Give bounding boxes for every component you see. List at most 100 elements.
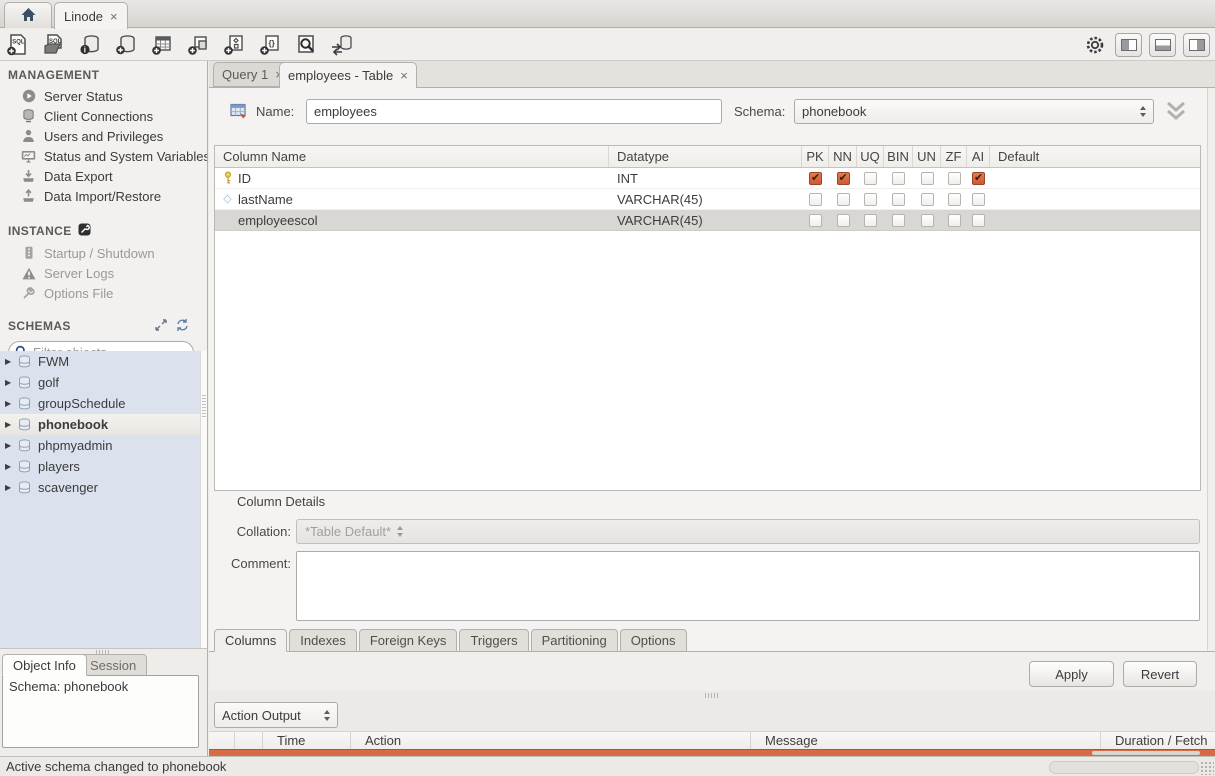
refresh-schemas-icon[interactable] <box>176 319 189 334</box>
scrollbar-thumb[interactable] <box>1092 751 1200 755</box>
nn-checkbox[interactable] <box>837 193 850 206</box>
un-checkbox[interactable] <box>921 193 934 206</box>
schema-list-item[interactable]: ▶ golf <box>0 372 200 393</box>
output-header-duration: Duration / Fetch <box>1101 732 1215 749</box>
search-objects-icon[interactable] <box>293 32 319 58</box>
editor-section-tab[interactable]: Options <box>620 629 687 652</box>
tab-session[interactable]: Session <box>79 654 147 676</box>
sidebar-item-data-import[interactable]: Data Import/Restore <box>0 186 207 206</box>
inspect-database-icon[interactable]: i <box>77 32 103 58</box>
toggle-right-panel-button[interactable] <box>1183 33 1210 57</box>
uq-checkbox[interactable] <box>864 214 877 227</box>
collation-select[interactable]: *Table Default* <box>296 519 1200 544</box>
close-icon[interactable]: × <box>110 10 118 23</box>
editor-section-tab[interactable]: Triggers <box>459 629 528 652</box>
sidebar-item-client-connections[interactable]: Client Connections <box>0 106 207 126</box>
column-row[interactable]: ◇ ID INT <box>215 168 1200 189</box>
editor-tab-employees-table[interactable]: employees - Table × <box>279 62 417 88</box>
sidebar-item-system-variables[interactable]: Status and System Variables <box>0 146 207 166</box>
ai-checkbox[interactable] <box>972 193 985 206</box>
schema-list-item[interactable]: ▶ scavenger <box>0 477 200 498</box>
connection-tab-linode[interactable]: Linode × <box>54 2 128 29</box>
open-sql-script-icon[interactable]: SQL <box>41 32 67 58</box>
schema-list-item[interactable]: ▶ phonebook <box>0 414 200 435</box>
apply-button[interactable]: Apply <box>1029 661 1114 687</box>
preferences-gear-icon[interactable] <box>1082 32 1108 58</box>
home-icon <box>20 7 37 25</box>
un-checkbox[interactable] <box>921 214 934 227</box>
schema-list-item[interactable]: ▶ phpmyadmin <box>0 435 200 456</box>
create-schema-icon[interactable] <box>113 32 139 58</box>
create-procedure-icon[interactable] <box>221 32 247 58</box>
schema-list-item[interactable]: ▶ FWM <box>0 351 200 372</box>
editor-section-tab[interactable]: Partitioning <box>531 629 618 652</box>
schema-icon <box>18 481 31 494</box>
table-name-input[interactable] <box>306 99 722 124</box>
bin-checkbox[interactable] <box>892 214 905 227</box>
splitter-grip[interactable] <box>705 693 719 698</box>
column-row[interactable]: ◇ lastName VARCHAR(45) <box>215 189 1200 210</box>
schema-name: groupSchedule <box>38 396 125 411</box>
pk-checkbox[interactable] <box>809 214 822 227</box>
toggle-left-panel-button[interactable] <box>1115 33 1142 57</box>
zf-checkbox[interactable] <box>948 193 961 206</box>
spinner-arrows-icon[interactable] <box>1134 106 1146 117</box>
sidebar-item-startup-shutdown[interactable]: Startup / Shutdown <box>0 243 207 263</box>
schema-list-item[interactable]: ▶ groupSchedule <box>0 393 200 414</box>
reconnect-dbms-icon[interactable] <box>329 32 355 58</box>
instance-wrench-badge-icon <box>78 223 91 239</box>
pk-checkbox[interactable] <box>809 193 822 206</box>
create-table-icon[interactable] <box>149 32 175 58</box>
editor-scrollbar[interactable] <box>1207 88 1215 690</box>
sidebar-scrollbar[interactable] <box>200 351 207 648</box>
columns-grid-body: ◇ ID INT <box>215 168 1200 231</box>
spinner-arrows-icon[interactable] <box>318 710 330 721</box>
schema-select[interactable]: phonebook <box>794 99 1154 124</box>
ai-checkbox[interactable] <box>972 172 985 185</box>
editor-section-tab[interactable]: Indexes <box>289 629 357 652</box>
sidebar-item-server-status[interactable]: Server Status <box>0 86 207 106</box>
bin-checkbox[interactable] <box>892 172 905 185</box>
pk-checkbox[interactable] <box>809 172 822 185</box>
home-tab[interactable] <box>4 2 52 28</box>
output-table-header: Time Action Message Duration / Fetch <box>209 731 1215 749</box>
bin-checkbox[interactable] <box>892 193 905 206</box>
sidebar-item-users-privileges[interactable]: Users and Privileges <box>0 126 207 146</box>
new-sql-tab-icon[interactable]: SQL <box>5 32 31 58</box>
expander-icon[interactable]: ▶ <box>5 399 14 408</box>
expander-icon[interactable]: ▶ <box>5 462 14 471</box>
schema-list-item[interactable]: ▶ players <box>0 456 200 477</box>
expander-icon[interactable]: ▶ <box>5 420 14 429</box>
nn-checkbox[interactable] <box>837 214 850 227</box>
column-row[interactable]: ◇ employeescol VARCHAR(45) <box>215 210 1200 231</box>
revert-button[interactable]: Revert <box>1123 661 1197 687</box>
uq-checkbox[interactable] <box>864 193 877 206</box>
output-horizontal-scrollbar[interactable] <box>209 749 1215 756</box>
expander-icon[interactable]: ▶ <box>5 483 14 492</box>
editor-section-tab[interactable]: Foreign Keys <box>359 629 458 652</box>
toggle-bottom-panel-button[interactable] <box>1149 33 1176 57</box>
zf-checkbox[interactable] <box>948 214 961 227</box>
uq-checkbox[interactable] <box>864 172 877 185</box>
nn-checkbox[interactable] <box>837 172 850 185</box>
main-area: Query 1 × employees - Table × Name: Sche… <box>209 61 1215 756</box>
expander-icon[interactable]: ▶ <box>5 378 14 387</box>
collapse-header-chevron-icon[interactable] <box>1163 100 1189 122</box>
sidebar-item-server-logs[interactable]: Server Logs <box>0 263 207 283</box>
expander-icon[interactable]: ▶ <box>5 357 14 366</box>
sidebar-item-data-export[interactable]: Data Export <box>0 166 207 186</box>
close-icon[interactable]: × <box>400 69 408 82</box>
output-type-select[interactable]: Action Output <box>214 702 338 728</box>
tab-object-info[interactable]: Object Info <box>2 654 87 676</box>
zf-checkbox[interactable] <box>948 172 961 185</box>
ai-checkbox[interactable] <box>972 214 985 227</box>
un-checkbox[interactable] <box>921 172 934 185</box>
sidebar-item-options-file[interactable]: Options File <box>0 283 207 303</box>
create-view-icon[interactable] <box>185 32 211 58</box>
comment-textarea[interactable] <box>296 551 1200 621</box>
expand-schemas-icon[interactable] <box>155 319 167 334</box>
create-function-icon[interactable]: {} <box>257 32 283 58</box>
editor-section-tab[interactable]: Columns <box>214 629 287 652</box>
resize-grip-icon[interactable] <box>1200 761 1214 775</box>
expander-icon[interactable]: ▶ <box>5 441 14 450</box>
